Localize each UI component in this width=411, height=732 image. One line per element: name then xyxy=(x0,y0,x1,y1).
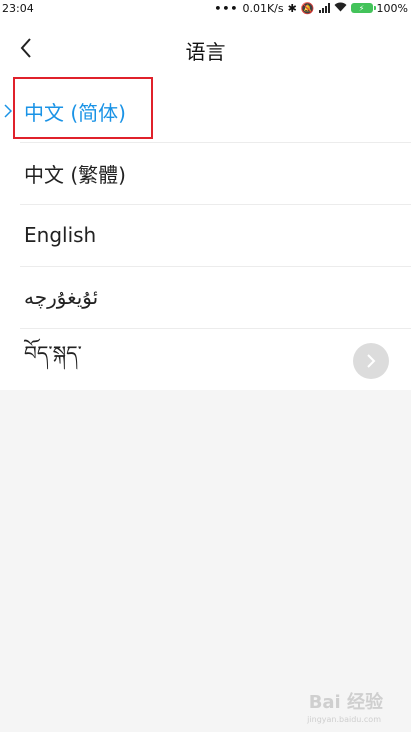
mute-icon: 🔕 xyxy=(300,1,315,15)
selected-indicator-icon xyxy=(4,102,14,120)
status-time: 23:04 xyxy=(2,1,34,15)
language-item-zh-hans[interactable]: 中文 (简体) xyxy=(0,77,411,142)
language-label: 中文 (简体) xyxy=(24,100,126,125)
language-label: ئۇيغۇرچە xyxy=(24,285,99,309)
status-bar: 23:04 ••• 0.01K/s ✱ 🔕 ⚡ 100% xyxy=(0,0,411,16)
language-item-uyghur[interactable]: ئۇيغۇرچە xyxy=(0,266,411,328)
language-label: བོད་སྐད་ xyxy=(24,341,82,365)
language-item-tibetan[interactable]: བོད་སྐད་ xyxy=(0,328,411,390)
page-title: 语言 xyxy=(185,40,226,64)
battery-icon: ⚡ xyxy=(350,3,376,13)
signal-icon xyxy=(318,3,330,13)
watermark-logo: Bai 经验 xyxy=(308,692,383,713)
language-item-zh-hant[interactable]: 中文 (繁體) xyxy=(0,142,411,204)
watermark-url: jingyan.baidu.com xyxy=(307,715,381,724)
more-dots-icon: ••• xyxy=(214,1,239,15)
network-speed: 0.01K/s xyxy=(242,1,284,15)
wifi-icon xyxy=(334,2,347,15)
chevron-right-icon xyxy=(367,354,376,368)
header: 语言 xyxy=(0,16,411,80)
status-icons: ••• 0.01K/s ✱ 🔕 ⚡ 100% xyxy=(214,2,411,15)
language-label: 中文 (繁體) xyxy=(24,162,126,187)
battery-level: 100% xyxy=(376,1,408,15)
bluetooth-icon: ✱ xyxy=(287,1,297,15)
language-item-english[interactable]: English xyxy=(0,204,411,266)
language-list: 中文 (简体) 中文 (繁體) English ئۇيغۇرچە བོད་སྐད… xyxy=(0,77,411,390)
language-label: English xyxy=(24,223,97,247)
next-button[interactable] xyxy=(353,343,389,379)
